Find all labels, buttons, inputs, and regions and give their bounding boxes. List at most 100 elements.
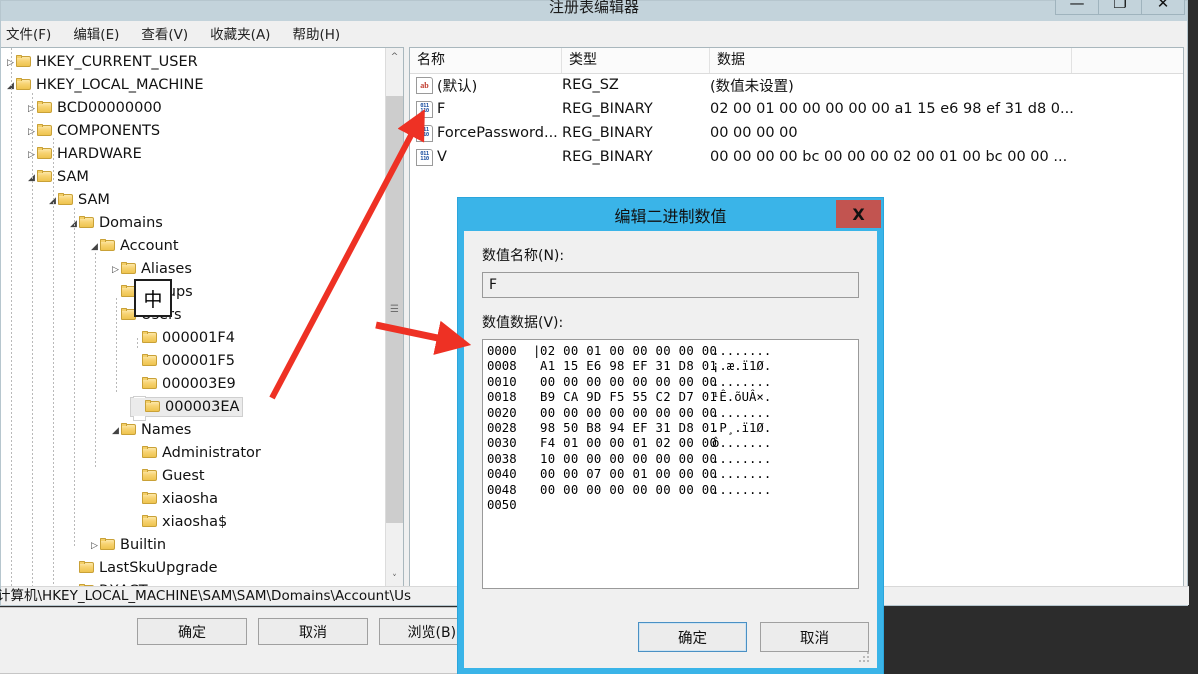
tree-guide-line — [11, 48, 12, 587]
hex-ascii[interactable]: ........ — [712, 452, 771, 467]
scroll-down-icon[interactable]: ˅ — [386, 570, 403, 587]
hex-ascii[interactable]: ¡.æ.ï1Ø. — [712, 359, 771, 374]
tree-node-bcd00000000[interactable]: ▷BCD00000000 — [1, 97, 381, 120]
tree-node-guest[interactable]: · Guest — [1, 465, 381, 488]
value-name-input[interactable]: F — [482, 272, 859, 298]
hex-bytes[interactable]: B9 CA 9D F5 55 C2 D7 01 — [540, 390, 717, 405]
value-row[interactable]: ForcePassword...REG_BINARY 00 00 00 00 — [410, 121, 1183, 145]
tree-node-xiaosha-[interactable]: · xiaosha$ — [1, 511, 381, 534]
tree-node-administrator[interactable]: · Administrator — [1, 442, 381, 465]
maximize-button[interactable]: ❐ — [1098, 0, 1142, 15]
background-cancel-button[interactable]: 取消 — [258, 618, 368, 645]
tree-node-000001f5[interactable]: · 000001F5 — [1, 350, 381, 373]
hex-bytes[interactable]: 02 00 01 00 00 00 00 00 — [540, 344, 717, 359]
hex-bytes[interactable]: 10 00 00 00 00 00 00 00 — [540, 452, 717, 467]
tree-node-000003ea[interactable]: · 000003EA — [1, 396, 381, 419]
value-row[interactable]: F REG_BINARY 02 00 01 00 00 00 00 00 a1 15… — [410, 97, 1183, 121]
tree-node-groups[interactable]: ·Groups — [1, 281, 381, 304]
binary-value-icon — [416, 124, 433, 142]
hex-ascii[interactable]: ô....... — [712, 436, 771, 451]
tree-node-label-wrap: ·000003E9 — [131, 376, 236, 392]
hex-offset: 0010 — [487, 374, 517, 389]
tree-node-sam[interactable]: ◢SAM — [1, 166, 381, 189]
hex-caret — [533, 421, 540, 436]
menu-edit[interactable]: 编辑(E) — [62, 21, 130, 45]
tree-node-domains[interactable]: ◢Domains — [1, 212, 381, 235]
hex-bytes[interactable]: 00 00 00 00 00 00 00 00 — [540, 406, 717, 421]
dialog-ok-button[interactable]: 确定 — [638, 622, 747, 652]
dialog-close-icon[interactable]: X — [836, 200, 881, 228]
menu-file[interactable]: 文件(F) — [0, 21, 62, 45]
folder-icon — [142, 469, 158, 482]
dialog-cancel-button[interactable]: 取消 — [760, 622, 869, 652]
hex-ascii[interactable]: ........ — [712, 483, 771, 498]
background-ok-button[interactable]: 确定 — [137, 618, 247, 645]
tree-node-hkey-local-machine[interactable]: ◢HKEY_LOCAL_MACHINE — [1, 74, 381, 97]
column-header-type[interactable]: 类型 — [562, 48, 710, 73]
column-header-name[interactable]: 名称 — [410, 48, 562, 73]
close-button[interactable]: ✕ — [1141, 0, 1185, 15]
tree-node-label: Domains — [99, 215, 163, 231]
tree-node-aliases[interactable]: ▷ Aliases — [1, 258, 381, 281]
tree-node-names[interactable]: ◢ Names — [1, 419, 381, 442]
tree-node-hardware[interactable]: ▷HARDWARE — [1, 143, 381, 166]
no-expander-icon: · — [134, 397, 145, 420]
tree-node-label-wrap: · 000003EA — [129, 397, 244, 417]
resize-grip[interactable] — [858, 651, 871, 664]
tree-node-label-wrap: ·xiaosha — [131, 491, 218, 507]
hex-caret — [533, 498, 540, 513]
registry-tree-pane[interactable]: ▷HKEY_CURRENT_USER◢HKEY_LOCAL_MACHINE▷BC… — [1, 47, 404, 588]
hex-bytes[interactable]: 98 50 B8 94 EF 31 D8 01 — [540, 421, 717, 436]
hex-editor[interactable]: 0000 | 02 00 01 00 00 00 00 00........ 0008… — [482, 339, 859, 589]
collapse-triangle-icon[interactable]: ◢ — [110, 420, 121, 443]
value-name-text: V — [437, 149, 447, 165]
tree-node-000003e9[interactable]: · 000003E9 — [1, 373, 381, 396]
hex-bytes[interactable]: 00 00 00 00 00 00 00 00 — [540, 483, 717, 498]
hex-bytes[interactable]: 00 00 00 00 00 00 00 00 — [540, 375, 717, 390]
hex-ascii[interactable]: ........ — [712, 406, 771, 421]
expand-triangle-icon[interactable]: ▷ — [89, 535, 100, 558]
column-header-data[interactable]: 数据 — [710, 48, 1072, 73]
tree-node-components[interactable]: ▷COMPONENTS — [1, 120, 381, 143]
scroll-up-icon[interactable]: ^ — [386, 48, 403, 65]
value-row[interactable]: V REG_BINARY 00 00 00 00 bc 00 00 00 02 00… — [410, 145, 1183, 169]
minimize-button[interactable]: — — [1055, 0, 1099, 15]
value-list-header: 名称 类型 数据 — [410, 48, 1183, 74]
tree-node-xiaosha[interactable]: · xiaosha — [1, 488, 381, 511]
hex-ascii[interactable]: ........ — [712, 375, 771, 390]
tree-node-label: xiaosha — [162, 491, 218, 507]
tree-node-label-wrap: ·000001F4 — [131, 330, 235, 346]
menu-help[interactable]: 帮助(H) — [281, 21, 351, 45]
menu-view[interactable]: 查看(V) — [130, 21, 199, 45]
tree-node-account[interactable]: ◢ Account — [1, 235, 381, 258]
value-type-text: REG_BINARY — [562, 101, 653, 117]
tree-node-builtin[interactable]: ▷ Builtin — [1, 534, 381, 557]
tree-node-users[interactable]: ·Users — [1, 304, 381, 327]
hex-caret — [533, 483, 540, 498]
hex-ascii[interactable]: .P¸.ï1Ø. — [712, 421, 771, 436]
value-name-text: ForcePassword... — [437, 125, 558, 141]
tree-node-lastskuupgrade[interactable]: · LastSkuUpgrade — [1, 557, 381, 580]
hex-ascii[interactable]: ¹Ê.õUÂ×. — [712, 390, 771, 405]
hex-bytes[interactable] — [540, 498, 712, 513]
tree-node-000001f4[interactable]: ·000001F4 — [1, 327, 381, 350]
folder-icon — [58, 193, 74, 206]
tree-node-sam[interactable]: ◢SAM — [1, 189, 381, 212]
tree-node-label: xiaosha$ — [162, 514, 228, 530]
hex-caret — [533, 375, 540, 390]
hex-ascii[interactable]: ........ — [712, 344, 771, 359]
hex-offset: 0018 — [487, 390, 517, 405]
hex-bytes[interactable]: 00 00 07 00 01 00 00 00 — [540, 467, 717, 482]
hex-bytes[interactable]: F4 01 00 00 01 02 00 00 — [540, 436, 717, 451]
tree-node-label: SAM — [78, 192, 110, 208]
expand-triangle-icon[interactable]: ▷ — [110, 259, 121, 282]
menu-favorites[interactable]: 收藏夹(A) — [199, 21, 281, 45]
tree-scrollbar[interactable]: ^ ☰ ˅ — [385, 48, 403, 587]
folder-icon — [37, 147, 53, 160]
scrollbar-thumb[interactable]: ☰ — [386, 96, 403, 523]
hex-bytes[interactable]: A1 15 E6 98 EF 31 D8 01 — [540, 359, 717, 374]
tree-node-hkey-current-user[interactable]: ▷HKEY_CURRENT_USER — [1, 51, 381, 74]
value-row[interactable]: (默认) REG_SZ (数值未设置) — [410, 73, 1183, 97]
tree-node-label-wrap: ▷COMPONENTS — [26, 123, 160, 139]
hex-ascii[interactable]: ........ — [712, 467, 771, 482]
